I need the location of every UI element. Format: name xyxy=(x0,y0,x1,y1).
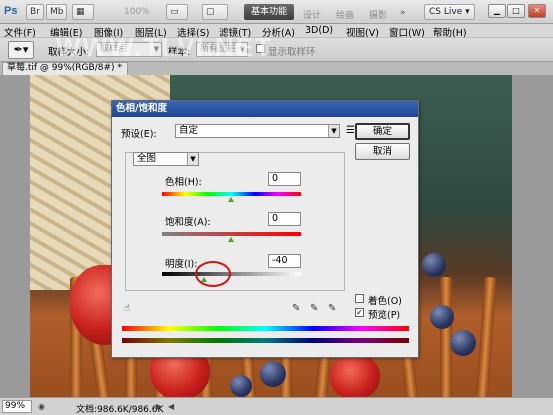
workspace-essentials[interactable]: 基本功能 xyxy=(244,4,294,20)
blueberry xyxy=(230,375,252,397)
menu-window[interactable]: 窗口(W) xyxy=(389,25,425,39)
lightness-label: 明度(I): xyxy=(165,259,198,270)
cs-live-button[interactable]: CS Live ▾ xyxy=(424,4,475,20)
cs-live-label: CS Live xyxy=(429,7,463,17)
cancel-button[interactable]: 取消 xyxy=(355,143,410,160)
document-tab-bar: 草莓.tif @ 99%(RGB/8#) * × xyxy=(0,62,553,84)
subtract-from-sample-icon[interactable]: ✎ xyxy=(328,303,336,314)
channel-value: 全图 xyxy=(137,153,157,164)
colorize-label: 着色(O) xyxy=(368,296,402,307)
menu-file[interactable]: 文件(F) xyxy=(4,25,36,39)
eyedropper-tool-preset-icon[interactable]: ✒▾ xyxy=(8,41,34,59)
saturation-slider-thumb[interactable] xyxy=(228,237,234,242)
show-sampling-ring-label: 显示取样环 xyxy=(268,47,316,58)
colorize-checkbox[interactable] xyxy=(355,294,364,303)
hue-slider-thumb[interactable] xyxy=(228,197,234,202)
blueberry xyxy=(450,330,476,356)
chevron-down-icon: ▼ xyxy=(328,125,339,137)
photoshop-logo: Ps xyxy=(4,5,18,17)
blueberry xyxy=(430,305,454,329)
hue-saturation-dialog: 色相/饱和度 预设(E): 自定 ▼ ☰ 确定 取消 全图 ▼ 色相(H): 0 饱… xyxy=(111,100,419,358)
lightness-input[interactable]: -40 xyxy=(268,254,301,268)
menu-3d[interactable]: 3D(D) xyxy=(305,25,333,36)
ok-button[interactable]: 确定 xyxy=(355,123,410,140)
menu-view[interactable]: 视图(V) xyxy=(346,25,379,39)
saturation-slider-track xyxy=(162,232,301,236)
more-workspaces-button[interactable]: » xyxy=(400,8,406,18)
document-info: 文档:986.6K/986.6K xyxy=(76,405,164,415)
add-to-sample-icon[interactable]: ✎ xyxy=(310,303,318,314)
arrange-documents-button[interactable]: ▭ xyxy=(166,4,188,20)
output-color-bar xyxy=(122,338,409,343)
preview-checkbox[interactable]: ✓ xyxy=(355,308,364,317)
status-menu-icon[interactable]: ◉ xyxy=(38,402,45,411)
maximize-button[interactable]: □ xyxy=(507,4,525,18)
minimize-button[interactable]: ▁ xyxy=(488,4,506,18)
menu-help[interactable]: 帮助(H) xyxy=(433,25,467,39)
input-color-bar xyxy=(122,326,409,331)
hue-input[interactable]: 0 xyxy=(268,172,301,186)
blueberry xyxy=(422,253,446,277)
blueberry xyxy=(260,361,286,387)
document-tab-title: 草莓.tif @ 99%(RGB/8#) * xyxy=(7,63,122,73)
saturation-label: 饱和度(A): xyxy=(165,217,211,228)
strawberry xyxy=(330,355,380,397)
zoom-level[interactable]: 100% xyxy=(124,7,150,17)
lightness-slider-track xyxy=(162,272,301,276)
preset-select[interactable]: 自定 ▼ xyxy=(175,124,340,138)
preset-label: 预设(E): xyxy=(121,129,157,140)
preview-label: 预览(P) xyxy=(368,310,401,321)
workspace-design[interactable]: 设计 xyxy=(303,8,321,21)
close-button[interactable]: ✕ xyxy=(528,4,546,18)
preset-value: 自定 xyxy=(179,125,199,136)
watermark: WWW.TLVI.NET xyxy=(56,32,274,62)
view-extras-button[interactable]: ▦ xyxy=(72,4,94,20)
eyedropper-icon[interactable]: ✎ xyxy=(292,303,300,314)
workspace-photography[interactable]: 摄影 xyxy=(369,8,387,21)
bamboo-stick xyxy=(475,276,497,397)
bridge-button[interactable]: Br xyxy=(26,4,44,20)
mini-bridge-button[interactable]: Mb xyxy=(46,4,68,20)
saturation-input[interactable]: 0 xyxy=(268,212,301,226)
channel-select[interactable]: 全图 ▼ xyxy=(133,152,199,166)
application-bar: Ps Br Mb ▦ 100% ▭ ▢ 基本功能 设计 绘画 摄影 » CS L… xyxy=(0,0,553,24)
status-bar: 99% ◉ 文档:986.6K/986.6K ▶ ◀ xyxy=(0,397,553,415)
target-adjustment-icon[interactable]: ☝ xyxy=(124,303,130,314)
zoom-field[interactable]: 99% xyxy=(2,400,32,413)
workspace-painting[interactable]: 绘画 xyxy=(336,8,354,21)
hue-slider-track xyxy=(162,192,301,196)
preset-options-icon[interactable]: ☰ xyxy=(346,125,355,136)
screen-mode-button[interactable]: ▢ xyxy=(202,4,228,20)
scroll-left-icon[interactable]: ◀ xyxy=(168,402,174,411)
chevron-down-icon: ▼ xyxy=(187,153,198,165)
status-arrow-icon[interactable]: ▶ xyxy=(156,402,162,411)
adjustment-group xyxy=(125,152,345,291)
highlight-circle xyxy=(195,261,231,287)
hue-label: 色相(H): xyxy=(165,177,202,188)
dialog-title[interactable]: 色相/饱和度 xyxy=(112,101,418,117)
document-tab[interactable]: 草莓.tif @ 99%(RGB/8#) * × xyxy=(2,62,128,84)
